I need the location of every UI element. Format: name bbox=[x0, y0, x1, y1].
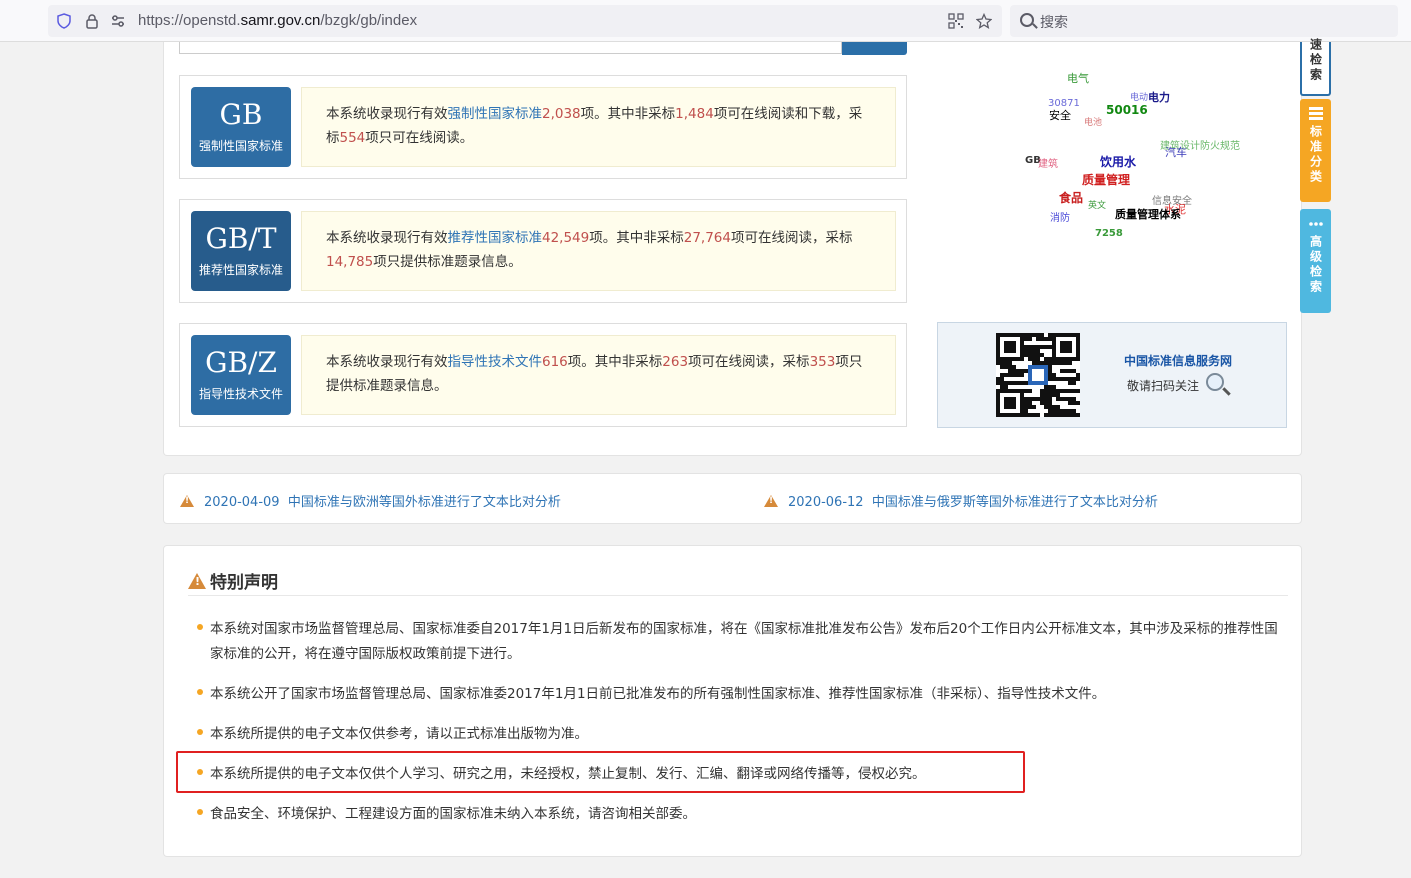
category-name: 强制性国家标准 bbox=[198, 139, 283, 153]
category-link[interactable]: 指导性技术文件 bbox=[448, 354, 543, 370]
tag-link[interactable]: 汽车 bbox=[1165, 144, 1187, 160]
category-name: 指导性技术文件 bbox=[198, 387, 283, 401]
qrcode-image bbox=[996, 333, 1080, 417]
url-text[interactable]: https://openstd.samr.gov.cn/bzgk/gb/inde… bbox=[138, 12, 417, 29]
gbt-category-button[interactable]: GB/T 推荐性国家标准 bbox=[191, 211, 291, 291]
tag-link[interactable]: 消防 bbox=[1050, 209, 1070, 224]
warning-icon bbox=[180, 495, 194, 507]
scan-prompt: 敬请扫码关注 bbox=[1127, 379, 1200, 393]
tag-link[interactable]: 电力 bbox=[1148, 89, 1170, 105]
permissions-icon[interactable] bbox=[110, 13, 126, 29]
tab-standard-classification[interactable]: 标准分类 bbox=[1300, 99, 1331, 202]
service-site-title[interactable]: 中国标准信息服务网 bbox=[1124, 352, 1232, 369]
warning-icon bbox=[188, 573, 206, 589]
shield-icon[interactable] bbox=[56, 13, 72, 29]
more-dots-icon bbox=[1308, 217, 1323, 231]
tag-link[interactable]: 7258 bbox=[1095, 228, 1123, 239]
statement-title: 特别声明 bbox=[188, 568, 278, 593]
standard-block-gbt: GB/T 推荐性国家标准 本系统收录现行有效推荐性国家标准42,549项。其中非… bbox=[179, 199, 907, 303]
tag-link[interactable]: 质量管理 bbox=[1082, 171, 1130, 188]
category-link[interactable]: 强制性国家标准 bbox=[448, 106, 543, 122]
address-bar[interactable]: https://openstd.samr.gov.cn/bzgk/gb/inde… bbox=[48, 5, 1002, 37]
gb-category-button[interactable]: GB 强制性国家标准 bbox=[191, 87, 291, 167]
category-link[interactable]: 推荐性国家标准 bbox=[448, 230, 543, 246]
browser-search-box[interactable]: 搜索 bbox=[1010, 5, 1398, 37]
news-item[interactable]: 2020-04-09 中国标准与欧洲等国外标准进行了文本比对分析 bbox=[180, 491, 561, 510]
category-code: GB bbox=[219, 98, 263, 131]
tag-link[interactable]: 食品 bbox=[1059, 189, 1083, 206]
tag-link[interactable]: 英文 bbox=[1088, 198, 1106, 211]
hot-tag-cloud: 电气 30871 电动 电力 安全 50016 电池 建筑设计防火规范 汽车 G… bbox=[1000, 60, 1280, 260]
gbz-category-button[interactable]: GB/Z 指导性技术文件 bbox=[191, 335, 291, 415]
statement-item: 本系统所提供的电子文本仅供参考，请以正式标准出版物为准。 bbox=[197, 722, 1280, 747]
tab-advanced-search[interactable]: 高级检索 bbox=[1300, 209, 1331, 313]
tab-label: 标准分类 bbox=[1308, 125, 1323, 185]
standard-block-gbz: GB/Z 指导性技术文件 本系统收录现行有效指导性技术文件616项。其中非采标2… bbox=[179, 323, 907, 427]
browser-toolbar: https://openstd.samr.gov.cn/bzgk/gb/inde… bbox=[0, 0, 1411, 42]
standard-search-input[interactable] bbox=[179, 42, 842, 54]
search-placeholder: 搜索 bbox=[1040, 15, 1068, 31]
news-item[interactable]: 2020-06-12 中国标准与俄罗斯等国外标准进行了文本比对分析 bbox=[764, 491, 1158, 510]
tag-link[interactable]: 电动 bbox=[1130, 90, 1148, 103]
category-code: GB/Z bbox=[205, 346, 277, 379]
category-code: GB/T bbox=[205, 222, 277, 255]
statement-item: 本系统公开了国家市场监督管理总局、国家标准委2017年1月1日前已批准发布的所有… bbox=[197, 682, 1280, 707]
tag-link[interactable]: 饮用水 bbox=[1100, 153, 1136, 170]
tag-link[interactable]: 50016 bbox=[1106, 103, 1148, 117]
category-description: 本系统收录现行有效指导性技术文件616项。其中非采标263项可在线阅读，采标35… bbox=[301, 335, 896, 415]
qrcode-icon[interactable] bbox=[948, 13, 964, 29]
lock-icon[interactable] bbox=[84, 13, 100, 29]
standard-search-button[interactable] bbox=[842, 42, 907, 55]
category-description: 本系统收录现行有效推荐性国家标准42,549项。其中非采标27,764项可在线阅… bbox=[301, 211, 896, 291]
tab-label: 高级检索 bbox=[1308, 235, 1323, 295]
highlight-frame bbox=[176, 751, 1025, 793]
search-icon bbox=[1020, 13, 1034, 27]
list-icon bbox=[1308, 107, 1323, 121]
warning-icon bbox=[764, 495, 778, 507]
tag-link[interactable]: 电气 bbox=[1067, 70, 1089, 86]
statement-item: 本系统对国家市场监督管理总局、国家标准委自2017年1月1日后新发布的国家标准，… bbox=[197, 617, 1280, 667]
tab-fast-search[interactable]: 速检索 bbox=[1300, 38, 1331, 96]
special-statement-panel: 特别声明 本系统对国家市场监督管理总局、国家标准委自2017年1月1日后新发布的… bbox=[163, 545, 1302, 857]
tag-link[interactable]: 电池 bbox=[1084, 115, 1102, 128]
category-name: 推荐性国家标准 bbox=[198, 263, 283, 277]
tab-label: 速检索 bbox=[1308, 38, 1323, 83]
tag-link[interactable]: 质量管理体系 bbox=[1115, 206, 1181, 222]
wechat-follow-box: 中国标准信息服务网 敬请扫码关注 bbox=[937, 322, 1287, 428]
category-description: 本系统收录现行有效强制性国家标准2,038项。其中非采标1,484项可在线阅读和… bbox=[301, 87, 896, 167]
news-bar: 2020-04-09 中国标准与欧洲等国外标准进行了文本比对分析 2020-06… bbox=[163, 473, 1302, 524]
divider bbox=[188, 595, 1288, 596]
bookmark-star-icon[interactable] bbox=[975, 12, 993, 29]
tag-link[interactable]: 安全 bbox=[1049, 107, 1071, 123]
tag-link[interactable]: 建筑 bbox=[1038, 155, 1058, 170]
magnifier-icon bbox=[1206, 373, 1224, 391]
statement-item: 食品安全、环境保护、工程建设方面的国家标准未纳入本系统，请咨询相关部委。 bbox=[197, 802, 1280, 827]
standard-block-gb: GB 强制性国家标准 本系统收录现行有效强制性国家标准2,038项。其中非采标1… bbox=[179, 75, 907, 179]
